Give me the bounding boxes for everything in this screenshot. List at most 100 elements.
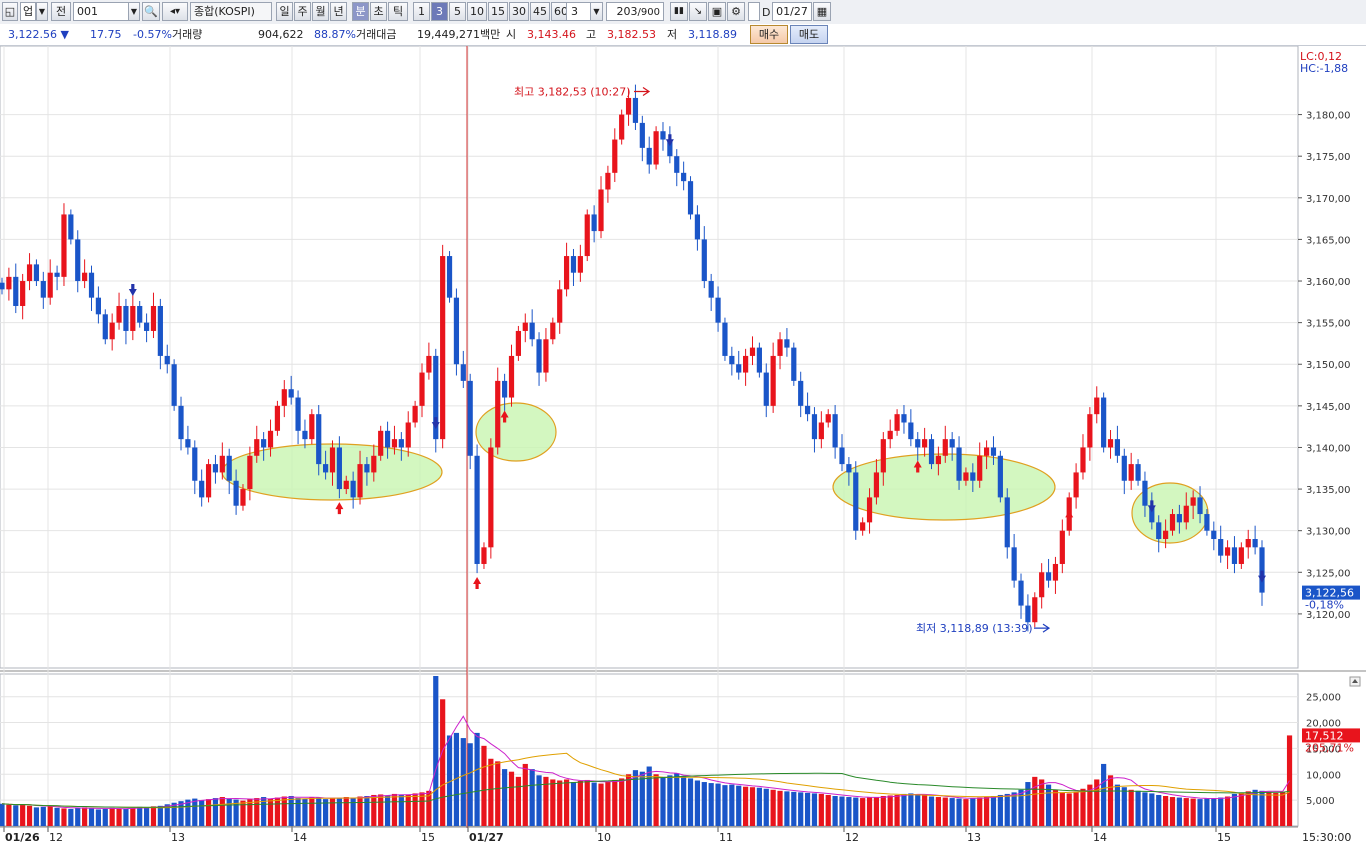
volume-bar [171,802,177,826]
candle-body [543,339,549,373]
period-day-button[interactable]: 일 [276,2,293,21]
interval-input[interactable]: 3 [566,2,592,21]
candle-body [488,447,494,548]
period-month-button[interactable]: 월 [312,2,329,21]
code-input[interactable]: 001 [73,2,129,21]
candle-body [1176,514,1182,523]
code-dropdown-icon[interactable]: ▼ [128,2,140,21]
volume-bar [1211,798,1217,826]
period-second-button[interactable]: 초 [370,2,387,21]
volume-bar [192,798,198,826]
window-menu-icon[interactable]: ◱ [2,2,18,21]
period-minute-button[interactable]: 분 [352,2,369,21]
interval-10-button[interactable]: 10 [467,2,487,21]
buy-button[interactable]: 매수 [750,25,788,44]
interval-dropdown-icon[interactable]: ▼ [590,2,603,21]
market-type-select[interactable]: 업 [20,2,36,21]
candle-body [157,305,163,356]
period-year-button[interactable]: 년 [330,2,347,21]
candle-body [1135,464,1141,481]
volume-bar [350,797,356,826]
calendar-icon[interactable]: ▦ [813,2,831,21]
volume-bar [474,732,480,826]
candle-body [164,355,170,365]
gear-icon[interactable]: ⚙ [727,2,745,21]
volume-bar [928,796,935,826]
candle-body [123,305,129,331]
candle-body [54,272,60,277]
candle-body [1231,547,1238,564]
candle-body [185,439,191,448]
prev-button[interactable]: 전 [51,2,71,21]
volume-bar [674,773,680,826]
candle-body [40,281,46,298]
volume-bar [901,793,907,826]
time-tick-label: 15 [1217,831,1231,844]
interval-30-button[interactable]: 30 [509,2,529,21]
volume-bar [956,798,962,826]
date-input[interactable]: 01/27 [772,2,812,21]
candle-body [502,380,508,398]
candle-body [873,472,880,498]
candle-body [1190,497,1196,506]
save-icon[interactable]: ▣ [708,2,726,21]
candle-body [391,439,398,448]
period-tick-button[interactable]: 틱 [388,2,408,21]
candle-body [563,256,570,290]
count-field[interactable]: 203/900 [606,2,664,21]
candle-body [625,97,632,115]
volume-bar [646,766,652,826]
buy-signal-arrow-icon [1065,510,1074,523]
volume-bar [226,798,232,826]
candle-body [619,114,625,140]
volume-bar [1128,789,1134,826]
candle-body [357,464,363,498]
volume-tick-label: 5,000 [1306,796,1335,807]
interval-1-button[interactable]: 1 [413,2,430,21]
volume-bar [722,785,728,826]
candle-body [274,405,281,431]
volume-bar [1025,782,1031,826]
date-checkbox[interactable] [748,2,760,21]
interval-5-button[interactable]: 5 [449,2,466,21]
speaker-icon[interactable]: ◂▾ [162,2,188,21]
draw-tool-icon[interactable]: ↘ [689,2,707,21]
volume-bar [963,799,969,826]
candle-body [970,472,976,481]
chevron-down-icon[interactable]: ▼ [36,2,48,21]
candle-body [1011,547,1017,581]
volume-bar [1080,788,1086,826]
volume-bar [1073,791,1079,826]
candle-body [1087,414,1093,448]
high-label: 고 [586,28,597,41]
candle-body [295,397,301,431]
price-chart[interactable]: 3,180,00 3,175,00 3,170,00 3,165,00 3,160,00… [0,46,1366,850]
volume-bar [557,780,563,826]
interval-45-button[interactable]: 45 [530,2,550,21]
search-icon[interactable]: 🔍 [142,2,160,21]
candle-body [1018,580,1024,606]
candle-body [95,297,101,315]
period-week-button[interactable]: 주 [294,2,311,21]
sell-button[interactable]: 매도 [790,25,828,44]
volume-bar [75,807,81,826]
volume-label: 거래량 [172,28,203,41]
volume-bar [1101,763,1107,826]
interval-3-button[interactable]: 3 [431,2,448,21]
candle-body [350,480,356,498]
volume-bar [983,796,990,826]
volume-bar [612,779,618,826]
volume-bar [219,797,225,826]
volume-bar [1280,791,1286,826]
candle-body [26,264,33,282]
candle-body [708,281,714,298]
volume-bar [20,804,26,826]
candle-settings-icon[interactable]: ▮▮ [670,2,688,21]
candle-body [646,147,652,165]
price-axis: 3,180,00 3,175,00 3,170,00 3,165,00 3,160,00… [1298,111,1351,807]
interval-15-button[interactable]: 15 [488,2,508,21]
candle-body [336,447,342,490]
high-annotation: 최고 3,182,53 (10:27) [514,86,631,99]
candle-body [632,97,639,123]
candle-body [426,355,432,373]
